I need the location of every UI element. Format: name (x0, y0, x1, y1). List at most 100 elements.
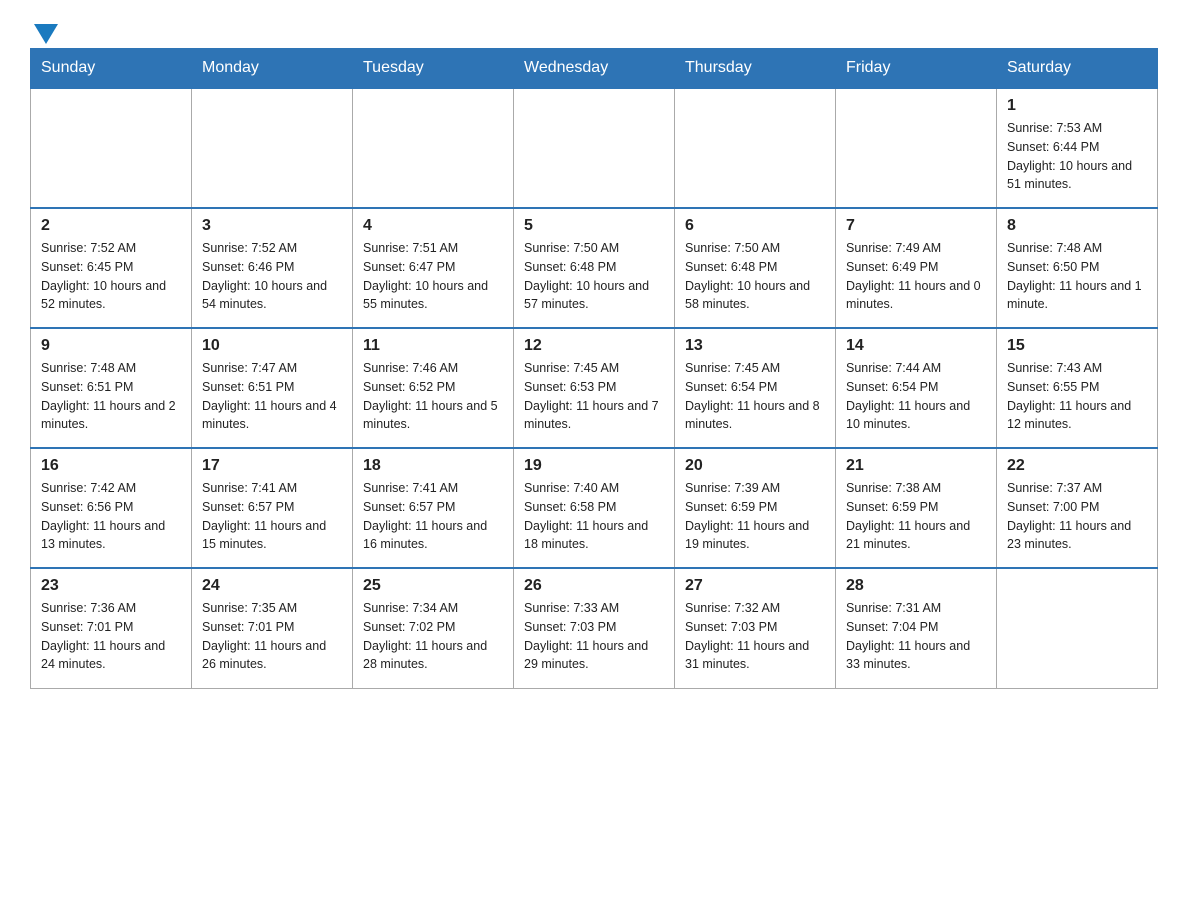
calendar-week-row: 1 Sunrise: 7:53 AMSunset: 6:44 PMDaylight… (31, 88, 1158, 208)
day-number: 11 (363, 337, 503, 355)
day-info: Sunrise: 7:41 AMSunset: 6:57 PMDaylight:… (202, 479, 342, 554)
day-info: Sunrise: 7:46 AMSunset: 6:52 PMDaylight:… (363, 359, 503, 434)
day-number: 12 (524, 337, 664, 355)
day-number: 10 (202, 337, 342, 355)
calendar-day-cell: 18 Sunrise: 7:41 AMSunset: 6:57 PMDayligh… (353, 448, 514, 568)
calendar-day-cell: 19 Sunrise: 7:40 AMSunset: 6:58 PMDayligh… (514, 448, 675, 568)
day-info: Sunrise: 7:40 AMSunset: 6:58 PMDaylight:… (524, 479, 664, 554)
day-of-week-header: Thursday (675, 49, 836, 89)
day-of-week-header: Saturday (997, 49, 1158, 89)
day-info: Sunrise: 7:52 AMSunset: 6:46 PMDaylight:… (202, 239, 342, 314)
day-number: 6 (685, 217, 825, 235)
day-of-week-header: Monday (192, 49, 353, 89)
day-info: Sunrise: 7:39 AMSunset: 6:59 PMDaylight:… (685, 479, 825, 554)
calendar-day-cell: 16 Sunrise: 7:42 AMSunset: 6:56 PMDayligh… (31, 448, 192, 568)
day-number: 9 (41, 337, 181, 355)
calendar-header-row: SundayMondayTuesdayWednesdayThursdayFrid… (31, 49, 1158, 89)
calendar-week-row: 9 Sunrise: 7:48 AMSunset: 6:51 PMDaylight… (31, 328, 1158, 448)
calendar-day-cell (514, 88, 675, 208)
day-number: 23 (41, 577, 181, 595)
calendar-day-cell: 7 Sunrise: 7:49 AMSunset: 6:49 PMDaylight… (836, 208, 997, 328)
calendar-day-cell: 9 Sunrise: 7:48 AMSunset: 6:51 PMDaylight… (31, 328, 192, 448)
day-info: Sunrise: 7:38 AMSunset: 6:59 PMDaylight:… (846, 479, 986, 554)
calendar-day-cell: 5 Sunrise: 7:50 AMSunset: 6:48 PMDaylight… (514, 208, 675, 328)
calendar-day-cell: 26 Sunrise: 7:33 AMSunset: 7:03 PMDayligh… (514, 568, 675, 688)
day-number: 18 (363, 457, 503, 475)
calendar-day-cell: 1 Sunrise: 7:53 AMSunset: 6:44 PMDaylight… (997, 88, 1158, 208)
calendar-table: SundayMondayTuesdayWednesdayThursdayFrid… (30, 48, 1158, 689)
calendar-day-cell: 6 Sunrise: 7:50 AMSunset: 6:48 PMDaylight… (675, 208, 836, 328)
day-of-week-header: Friday (836, 49, 997, 89)
calendar-day-cell: 3Sunrise: 7:52 AMSunset: 6:46 PMDaylight… (192, 208, 353, 328)
day-info: Sunrise: 7:52 AMSunset: 6:45 PMDaylight:… (41, 239, 181, 314)
day-number: 4 (363, 217, 503, 235)
day-info: Sunrise: 7:44 AMSunset: 6:54 PMDaylight:… (846, 359, 986, 434)
day-number: 19 (524, 457, 664, 475)
day-info: Sunrise: 7:31 AMSunset: 7:04 PMDaylight:… (846, 599, 986, 674)
calendar-day-cell: 10 Sunrise: 7:47 AMSunset: 6:51 PMDayligh… (192, 328, 353, 448)
calendar-day-cell: 22 Sunrise: 7:37 AMSunset: 7:00 PMDayligh… (997, 448, 1158, 568)
calendar-week-row: 2Sunrise: 7:52 AMSunset: 6:45 PMDaylight… (31, 208, 1158, 328)
calendar-day-cell: 23 Sunrise: 7:36 AMSunset: 7:01 PMDayligh… (31, 568, 192, 688)
day-number: 27 (685, 577, 825, 595)
day-number: 21 (846, 457, 986, 475)
day-info: Sunrise: 7:51 AMSunset: 6:47 PMDaylight:… (363, 239, 503, 314)
day-number: 13 (685, 337, 825, 355)
day-number: 22 (1007, 457, 1147, 475)
day-number: 7 (846, 217, 986, 235)
calendar-day-cell: 27Sunrise: 7:32 AMSunset: 7:03 PMDayligh… (675, 568, 836, 688)
day-of-week-header: Sunday (31, 49, 192, 89)
day-number: 1 (1007, 97, 1147, 115)
logo (30, 20, 58, 38)
calendar-day-cell: 4 Sunrise: 7:51 AMSunset: 6:47 PMDaylight… (353, 208, 514, 328)
day-info: Sunrise: 7:49 AMSunset: 6:49 PMDaylight:… (846, 239, 986, 314)
day-of-week-header: Wednesday (514, 49, 675, 89)
day-info: Sunrise: 7:34 AMSunset: 7:02 PMDaylight:… (363, 599, 503, 674)
calendar-week-row: 16 Sunrise: 7:42 AMSunset: 6:56 PMDayligh… (31, 448, 1158, 568)
calendar-day-cell: 25 Sunrise: 7:34 AMSunset: 7:02 PMDayligh… (353, 568, 514, 688)
calendar-day-cell: 2Sunrise: 7:52 AMSunset: 6:45 PMDaylight… (31, 208, 192, 328)
calendar-day-cell: 20 Sunrise: 7:39 AMSunset: 6:59 PMDayligh… (675, 448, 836, 568)
calendar-day-cell: 15 Sunrise: 7:43 AMSunset: 6:55 PMDayligh… (997, 328, 1158, 448)
day-number: 16 (41, 457, 181, 475)
calendar-day-cell: 12Sunrise: 7:45 AMSunset: 6:53 PMDayligh… (514, 328, 675, 448)
calendar-day-cell: 14 Sunrise: 7:44 AMSunset: 6:54 PMDayligh… (836, 328, 997, 448)
calendar-week-row: 23 Sunrise: 7:36 AMSunset: 7:01 PMDayligh… (31, 568, 1158, 688)
day-of-week-header: Tuesday (353, 49, 514, 89)
calendar-day-cell: 28 Sunrise: 7:31 AMSunset: 7:04 PMDayligh… (836, 568, 997, 688)
calendar-day-cell (192, 88, 353, 208)
logo-arrow-icon (34, 24, 58, 44)
calendar-day-cell: 21 Sunrise: 7:38 AMSunset: 6:59 PMDayligh… (836, 448, 997, 568)
day-info: Sunrise: 7:35 AMSunset: 7:01 PMDaylight:… (202, 599, 342, 674)
calendar-day-cell: 13 Sunrise: 7:45 AMSunset: 6:54 PMDayligh… (675, 328, 836, 448)
day-number: 28 (846, 577, 986, 595)
day-number: 15 (1007, 337, 1147, 355)
day-info: Sunrise: 7:33 AMSunset: 7:03 PMDaylight:… (524, 599, 664, 674)
page-header (30, 20, 1158, 38)
day-number: 25 (363, 577, 503, 595)
day-info: Sunrise: 7:48 AMSunset: 6:51 PMDaylight:… (41, 359, 181, 434)
logo-general (30, 20, 58, 44)
day-info: Sunrise: 7:45 AMSunset: 6:54 PMDaylight:… (685, 359, 825, 434)
calendar-day-cell (836, 88, 997, 208)
day-number: 8 (1007, 217, 1147, 235)
calendar-day-cell (997, 568, 1158, 688)
day-number: 24 (202, 577, 342, 595)
day-info: Sunrise: 7:48 AMSunset: 6:50 PMDaylight:… (1007, 239, 1147, 314)
day-number: 5 (524, 217, 664, 235)
day-info: Sunrise: 7:47 AMSunset: 6:51 PMDaylight:… (202, 359, 342, 434)
day-info: Sunrise: 7:50 AMSunset: 6:48 PMDaylight:… (524, 239, 664, 314)
calendar-day-cell: 8 Sunrise: 7:48 AMSunset: 6:50 PMDaylight… (997, 208, 1158, 328)
day-number: 20 (685, 457, 825, 475)
day-info: Sunrise: 7:36 AMSunset: 7:01 PMDaylight:… (41, 599, 181, 674)
calendar-day-cell (353, 88, 514, 208)
calendar-day-cell: 24 Sunrise: 7:35 AMSunset: 7:01 PMDayligh… (192, 568, 353, 688)
day-info: Sunrise: 7:53 AMSunset: 6:44 PMDaylight:… (1007, 119, 1147, 194)
day-info: Sunrise: 7:41 AMSunset: 6:57 PMDaylight:… (363, 479, 503, 554)
day-info: Sunrise: 7:50 AMSunset: 6:48 PMDaylight:… (685, 239, 825, 314)
day-number: 14 (846, 337, 986, 355)
day-number: 26 (524, 577, 664, 595)
day-info: Sunrise: 7:42 AMSunset: 6:56 PMDaylight:… (41, 479, 181, 554)
day-info: Sunrise: 7:43 AMSunset: 6:55 PMDaylight:… (1007, 359, 1147, 434)
day-info: Sunrise: 7:37 AMSunset: 7:00 PMDaylight:… (1007, 479, 1147, 554)
